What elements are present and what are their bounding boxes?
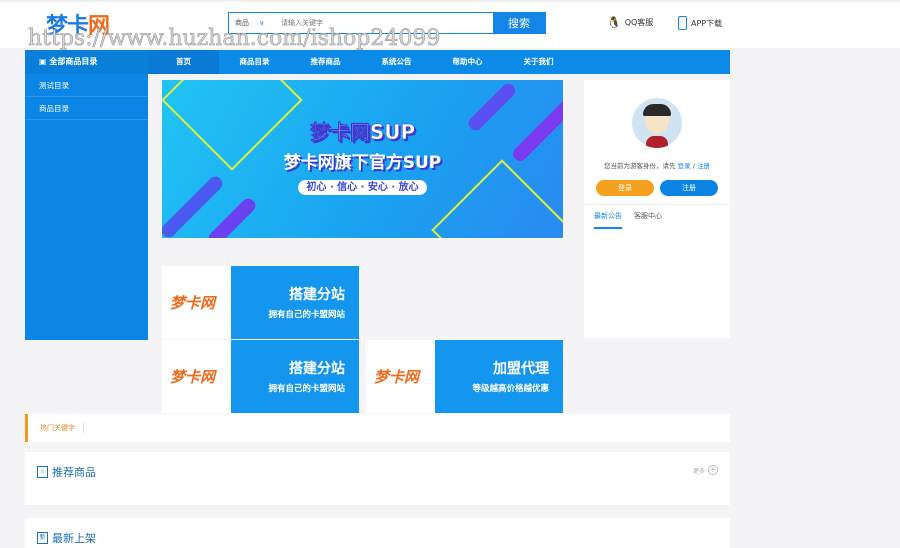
tab-customer-service[interactable]: 客服中心	[634, 205, 662, 229]
nav-catalog[interactable]: 商品目录	[219, 50, 290, 74]
category-sidebar: ▣ 全部商品目录 测试目录 商品目录	[25, 50, 148, 340]
ad-banner-substation-2[interactable]: 梦卡网 搭建分站 拥有自己的卡盟网站	[162, 340, 359, 413]
register-button[interactable]: 注册	[660, 180, 718, 196]
more-link[interactable]: 更多 +	[693, 465, 718, 475]
sidebar-item-test[interactable]: 测试目录	[25, 74, 148, 97]
new-badge-icon: 新	[37, 532, 48, 544]
main-nav: 首页 商品目录 推荐商品 系统公告 帮助中心 关于我们	[148, 50, 730, 74]
nav-help[interactable]: 帮助中心	[432, 50, 503, 74]
nav-about[interactable]: 关于我们	[503, 50, 574, 74]
qq-penguin-icon: 🐧	[607, 16, 621, 29]
ad-banner-agent[interactable]: 梦卡网 加盟代理 等级越高价格越优惠	[366, 340, 563, 413]
nav-recommended[interactable]: 推荐商品	[290, 50, 361, 74]
phone-icon	[678, 16, 687, 30]
plus-circle-icon: +	[708, 465, 718, 475]
star-badge-icon: ☆	[37, 466, 48, 478]
app-download-link[interactable]: APP下载	[678, 16, 722, 30]
nav-announcements[interactable]: 系统公告	[361, 50, 432, 74]
recommended-section: ☆ 推荐商品 更多 +	[25, 452, 730, 505]
hot-keywords-bar: 热门关键字	[25, 414, 730, 442]
nav-home[interactable]: 首页	[148, 50, 219, 74]
search-button[interactable]: 搜索	[493, 13, 545, 33]
avatar	[632, 98, 682, 148]
store-icon: ▣	[39, 57, 47, 66]
sidebar-item-goods[interactable]: 商品目录	[25, 97, 148, 120]
latest-section: 新最新上架	[25, 518, 730, 548]
hero-banner[interactable]: 梦卡网SUP 梦卡网旗下官方SUP 初心 · 信心 · 安心 · 放心	[162, 80, 563, 238]
tab-announcements[interactable]: 最新公告	[594, 205, 622, 229]
login-link[interactable]: 登录	[678, 162, 691, 170]
qq-service-link[interactable]: 🐧 QQ客服	[607, 16, 653, 29]
all-categories-header[interactable]: ▣ 全部商品目录	[25, 50, 148, 74]
user-panel: 您当前为游客身份，请先 登录 / 注册 登录 注册 最新公告 客服中心	[584, 80, 730, 338]
header: 梦卡网 商品 ∨ 搜索 🐧QQ客服 APP下载 https://www.huzh…	[0, 0, 900, 52]
login-button[interactable]: 登录	[596, 180, 654, 196]
register-link[interactable]: 注册	[697, 162, 710, 170]
ad-banner-substation[interactable]: 梦卡网 搭建分站 拥有自己的卡盟网站	[162, 266, 359, 339]
watermark: https://www.huzhan.com/ishop24099	[28, 26, 441, 52]
